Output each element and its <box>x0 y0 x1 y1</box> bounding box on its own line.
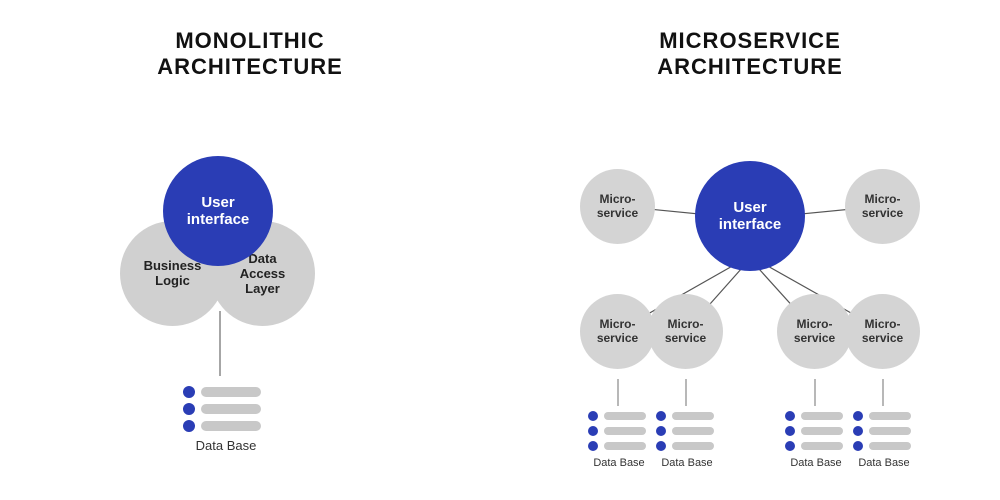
microservice-bottom-center-left: Micro- service <box>648 294 723 369</box>
microservice-top-left: Micro- service <box>580 169 655 244</box>
main-container: MONOLITHIC ARCHITECTURE Business Logic D… <box>0 0 1000 500</box>
monolithic-title: MONOLITHIC ARCHITECTURE <box>0 28 500 81</box>
micro-db-2: Data Base <box>656 411 714 469</box>
microservice-bottom-right: Micro- service <box>845 294 920 369</box>
microservice-bottom-center-right: Micro- service <box>777 294 852 369</box>
user-interface-circle-micro: User interface <box>695 161 805 271</box>
microservice-section: MICROSERVICE ARCHITECTURE <box>500 0 1000 500</box>
microservice-diagram: User interface Micro- service Micro- ser… <box>500 81 1000 461</box>
mono-database: Data Base <box>183 386 261 453</box>
micro-db-1: Data Base <box>588 411 646 469</box>
monolithic-section: MONOLITHIC ARCHITECTURE Business Logic D… <box>0 0 500 500</box>
user-interface-circle-mono: User interface <box>163 156 273 266</box>
micro-lines <box>500 81 1000 461</box>
microservice-title: MICROSERVICE ARCHITECTURE <box>500 28 1000 81</box>
micro-db-4: Data Base <box>853 411 911 469</box>
monolithic-diagram: Business Logic Data Access Layer User in… <box>0 91 500 451</box>
micro-db-3: Data Base <box>785 411 843 469</box>
microservice-top-right: Micro- service <box>845 169 920 244</box>
microservice-bottom-left: Micro- service <box>580 294 655 369</box>
